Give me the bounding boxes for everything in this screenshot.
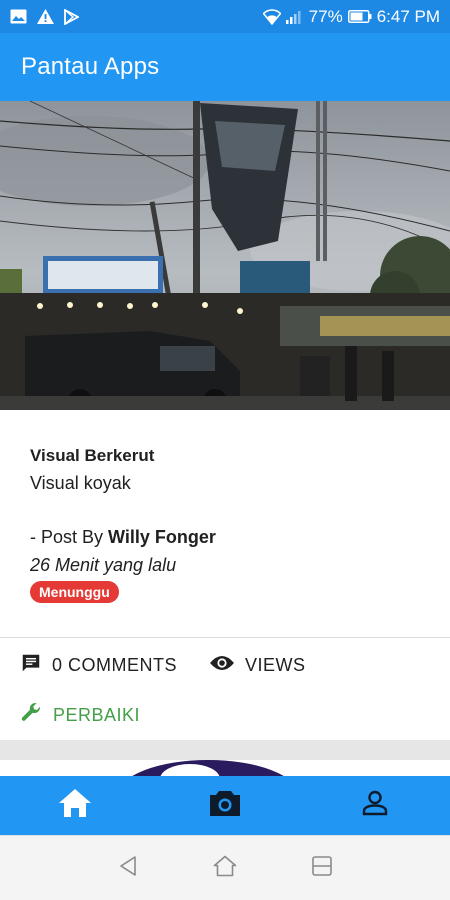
views-label: VIEWS: [245, 655, 306, 675]
next-post-photo: [0, 760, 450, 776]
nav-camera[interactable]: [150, 776, 300, 835]
signal-icon: [285, 9, 304, 24]
battery-icon: [347, 10, 372, 23]
comment-icon: [20, 652, 42, 679]
post-title: Visual Berkerut: [30, 446, 155, 465]
eye-icon: [209, 654, 235, 677]
camera-icon: [209, 789, 241, 822]
wrench-icon: [19, 701, 43, 730]
status-right: 77% 6:47 PM: [262, 6, 440, 27]
play-store-icon: [64, 8, 79, 25]
status-bar: 77% 6:47 PM: [0, 0, 450, 33]
home-icon: [58, 788, 92, 823]
post-time: 26 Menit yang lalu: [30, 555, 177, 575]
divider: [0, 637, 450, 638]
status-left: [10, 8, 79, 25]
recents-icon[interactable]: [311, 855, 333, 882]
status-badge: Menunggu: [30, 581, 119, 603]
post-actions: 0 COMMENTS VIEWS: [20, 652, 306, 679]
person-icon: [362, 790, 388, 821]
post-photo[interactable]: [0, 101, 450, 410]
app-title: Pantau Apps: [21, 53, 160, 80]
clock: 6:47 PM: [376, 6, 440, 26]
post-author-line: - Post By Willy Fonger: [30, 525, 420, 549]
post-card[interactable]: Visual Berkerut Visual koyak - Post By W…: [0, 410, 450, 638]
views-button[interactable]: VIEWS: [209, 654, 306, 677]
image-icon: [10, 9, 27, 24]
wifi-icon: [262, 8, 281, 25]
system-navigation: [0, 835, 450, 900]
nav-home[interactable]: [0, 776, 150, 835]
comments-label: 0 COMMENTS: [52, 655, 178, 675]
street-billboard-photo: [0, 101, 450, 410]
next-post-card[interactable]: [0, 740, 450, 776]
post-author: Willy Fonger: [108, 527, 216, 547]
nav-profile[interactable]: [300, 776, 450, 835]
post-description: Visual koyak: [30, 473, 131, 493]
home-outline-icon[interactable]: [213, 855, 237, 882]
app-bar: Pantau Apps: [0, 33, 450, 101]
post-by-prefix: - Post By: [30, 527, 109, 547]
fix-button[interactable]: PERBAIKI: [19, 701, 140, 730]
back-icon[interactable]: [117, 855, 139, 882]
bottom-navigation: [0, 776, 450, 835]
battery-percent: 77%: [308, 6, 343, 26]
fix-label: PERBAIKI: [53, 705, 141, 725]
comments-button[interactable]: 0 COMMENTS: [20, 652, 177, 679]
warning-icon: [37, 9, 54, 24]
